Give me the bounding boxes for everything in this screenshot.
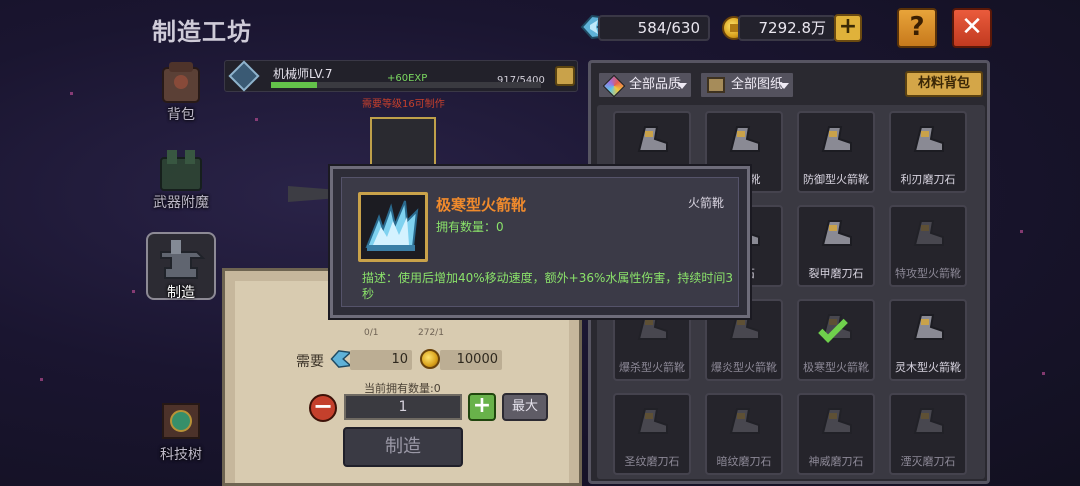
enchant-icon (160, 150, 202, 191)
gem-icon (602, 74, 626, 98)
energy-cost: 10 (350, 350, 412, 370)
recipe-cell[interactable]: 极寒型火箭靴 (797, 299, 875, 381)
gold-coin-icon (420, 349, 440, 369)
recipe-cell[interactable]: 利刃磨刀石 (889, 111, 967, 193)
background-star (70, 92, 73, 95)
recipe-cell[interactable]: 防御型火箭靴 (797, 111, 875, 193)
recipe-item-icon (637, 408, 668, 434)
recipe-item-icon (729, 126, 760, 152)
recipe-item-icon (821, 220, 852, 246)
recipe-cell-label: 神威磨刀石 (808, 455, 864, 468)
background-star (1042, 372, 1045, 375)
item-tooltip: 极寒型火箭靴 火箭靴 拥有数量：0 描述：使用后增加40%移动速度，额外+36%… (330, 166, 750, 318)
tech-tree-icon (162, 403, 200, 439)
background-star (255, 118, 258, 121)
recipe-cell[interactable]: 圣纹磨刀石 (613, 393, 691, 475)
recipe-cell[interactable]: 湮灭磨刀石 (889, 393, 967, 475)
need-label: 需要 (296, 354, 324, 370)
backpack-icon (162, 62, 200, 103)
quality-filter-dropdown[interactable]: 全部品质 (597, 71, 693, 99)
nav-label-tech-tree: 科技树 (160, 447, 202, 463)
ice-boots-icon (365, 200, 419, 251)
nav-label-craft: 制造 (167, 285, 195, 301)
add-gold-button[interactable]: + (834, 14, 862, 42)
anvil-icon (160, 240, 206, 279)
recipe-cell-label: 圣纹磨刀石 (624, 455, 680, 468)
recipe-cell-label: 特攻型火箭靴 (895, 267, 961, 280)
gold-counter: 7292.8万 (738, 15, 836, 41)
level-info-button[interactable] (555, 66, 575, 86)
recipe-item-icon (729, 408, 760, 434)
recipe-cell[interactable]: 特攻型火箭靴 (889, 205, 967, 287)
recipe-cell-label: 爆杀型火箭靴 (619, 361, 685, 374)
nav-item-craft[interactable]: 制造 (146, 232, 216, 301)
increase-quantity-button[interactable]: + (468, 393, 496, 421)
item-icon-slot (358, 192, 428, 262)
recipe-cell-label: 极寒型火箭靴 (803, 361, 869, 374)
recipe-cell-label: 爆炎型火箭靴 (711, 361, 777, 374)
decrease-quantity-button[interactable]: − (309, 394, 337, 422)
background-star (132, 290, 135, 293)
recipe-cell[interactable]: 神威磨刀石 (797, 393, 875, 475)
blueprint-icon (707, 77, 725, 93)
nav-label-backpack: 背包 (167, 107, 195, 123)
item-tooltip-body: 极寒型火箭靴 火箭靴 拥有数量：0 描述：使用后增加40%移动速度，额外+36%… (341, 177, 739, 307)
recipe-cell-label: 防御型火箭靴 (803, 173, 869, 186)
nav-item-backpack[interactable]: 背包 (146, 60, 216, 124)
close-button[interactable]: ✕ (952, 8, 992, 48)
item-type: 火箭靴 (687, 196, 724, 210)
quality-filter-label: 全部品质 (629, 77, 682, 92)
chevron-down-icon (677, 83, 687, 89)
chevron-down-icon (779, 83, 789, 89)
nav-item-tech-tree[interactable]: 科技树 (146, 400, 216, 464)
item-owned-count: 拥有数量：0 (436, 220, 504, 234)
recipe-cell[interactable]: 裂甲磨刀石 (797, 205, 875, 287)
item-description: 描述：使用后增加40%移动速度，额外+36%水属性伤害，持续时间3秒 (362, 271, 734, 301)
recipe-cell-label: 湮灭磨刀石 (900, 455, 956, 468)
quantity-input[interactable] (344, 394, 462, 420)
recipe-cell[interactable]: 灵木型火箭靴 (889, 299, 967, 381)
recipe-item-icon (821, 408, 852, 434)
xp-progress-fill (271, 82, 317, 88)
recipe-item-icon (913, 220, 944, 246)
recipe-item-icon (637, 126, 668, 152)
nav-label-enchant: 武器附魔 (153, 195, 209, 211)
recipe-item-icon (913, 126, 944, 152)
background-star (40, 378, 43, 381)
material-count: 272/1 (418, 328, 444, 338)
max-quantity-button[interactable]: 最大 (502, 393, 548, 421)
craft-button[interactable]: 制造 (343, 427, 463, 467)
nav-item-enchant[interactable]: 武器附魔 (146, 148, 216, 212)
recipe-item-icon (913, 314, 944, 340)
gold-cost: 10000 (440, 350, 502, 370)
background-star (1020, 230, 1023, 233)
material-bag-button[interactable]: 材料背包 (905, 71, 983, 97)
material-count: 0/1 (364, 328, 379, 338)
item-name: 极寒型火箭靴 (436, 196, 527, 214)
level-name: 机械师LV.7 (273, 67, 333, 81)
mechanic-badge-icon (228, 60, 260, 92)
level-requirement: 需要等级16可制作 (362, 99, 445, 110)
recipe-cell-label: 灵木型火箭靴 (895, 361, 961, 374)
blueprint-filter-label: 全部图纸 (731, 77, 784, 92)
level-panel: 机械师LV.7 +60EXP 917/5400 (224, 60, 578, 92)
energy-counter: 584/630 (598, 15, 710, 41)
blueprint-filter-dropdown[interactable]: 全部图纸 (699, 71, 795, 99)
recipe-cell[interactable]: 暗纹磨刀石 (705, 393, 783, 475)
recipe-item-icon (821, 126, 852, 152)
recipe-cell-label: 裂甲磨刀石 (808, 267, 864, 280)
recipe-item-icon (913, 408, 944, 434)
energy-icon (330, 350, 352, 368)
recipe-cell-label: 利刃磨刀石 (900, 173, 956, 186)
xp-progress-bar (271, 82, 541, 88)
recipe-cell-label: 暗纹磨刀石 (716, 455, 772, 468)
page-title: 制造工坊 (152, 18, 252, 46)
help-button[interactable]: ? (897, 8, 937, 48)
